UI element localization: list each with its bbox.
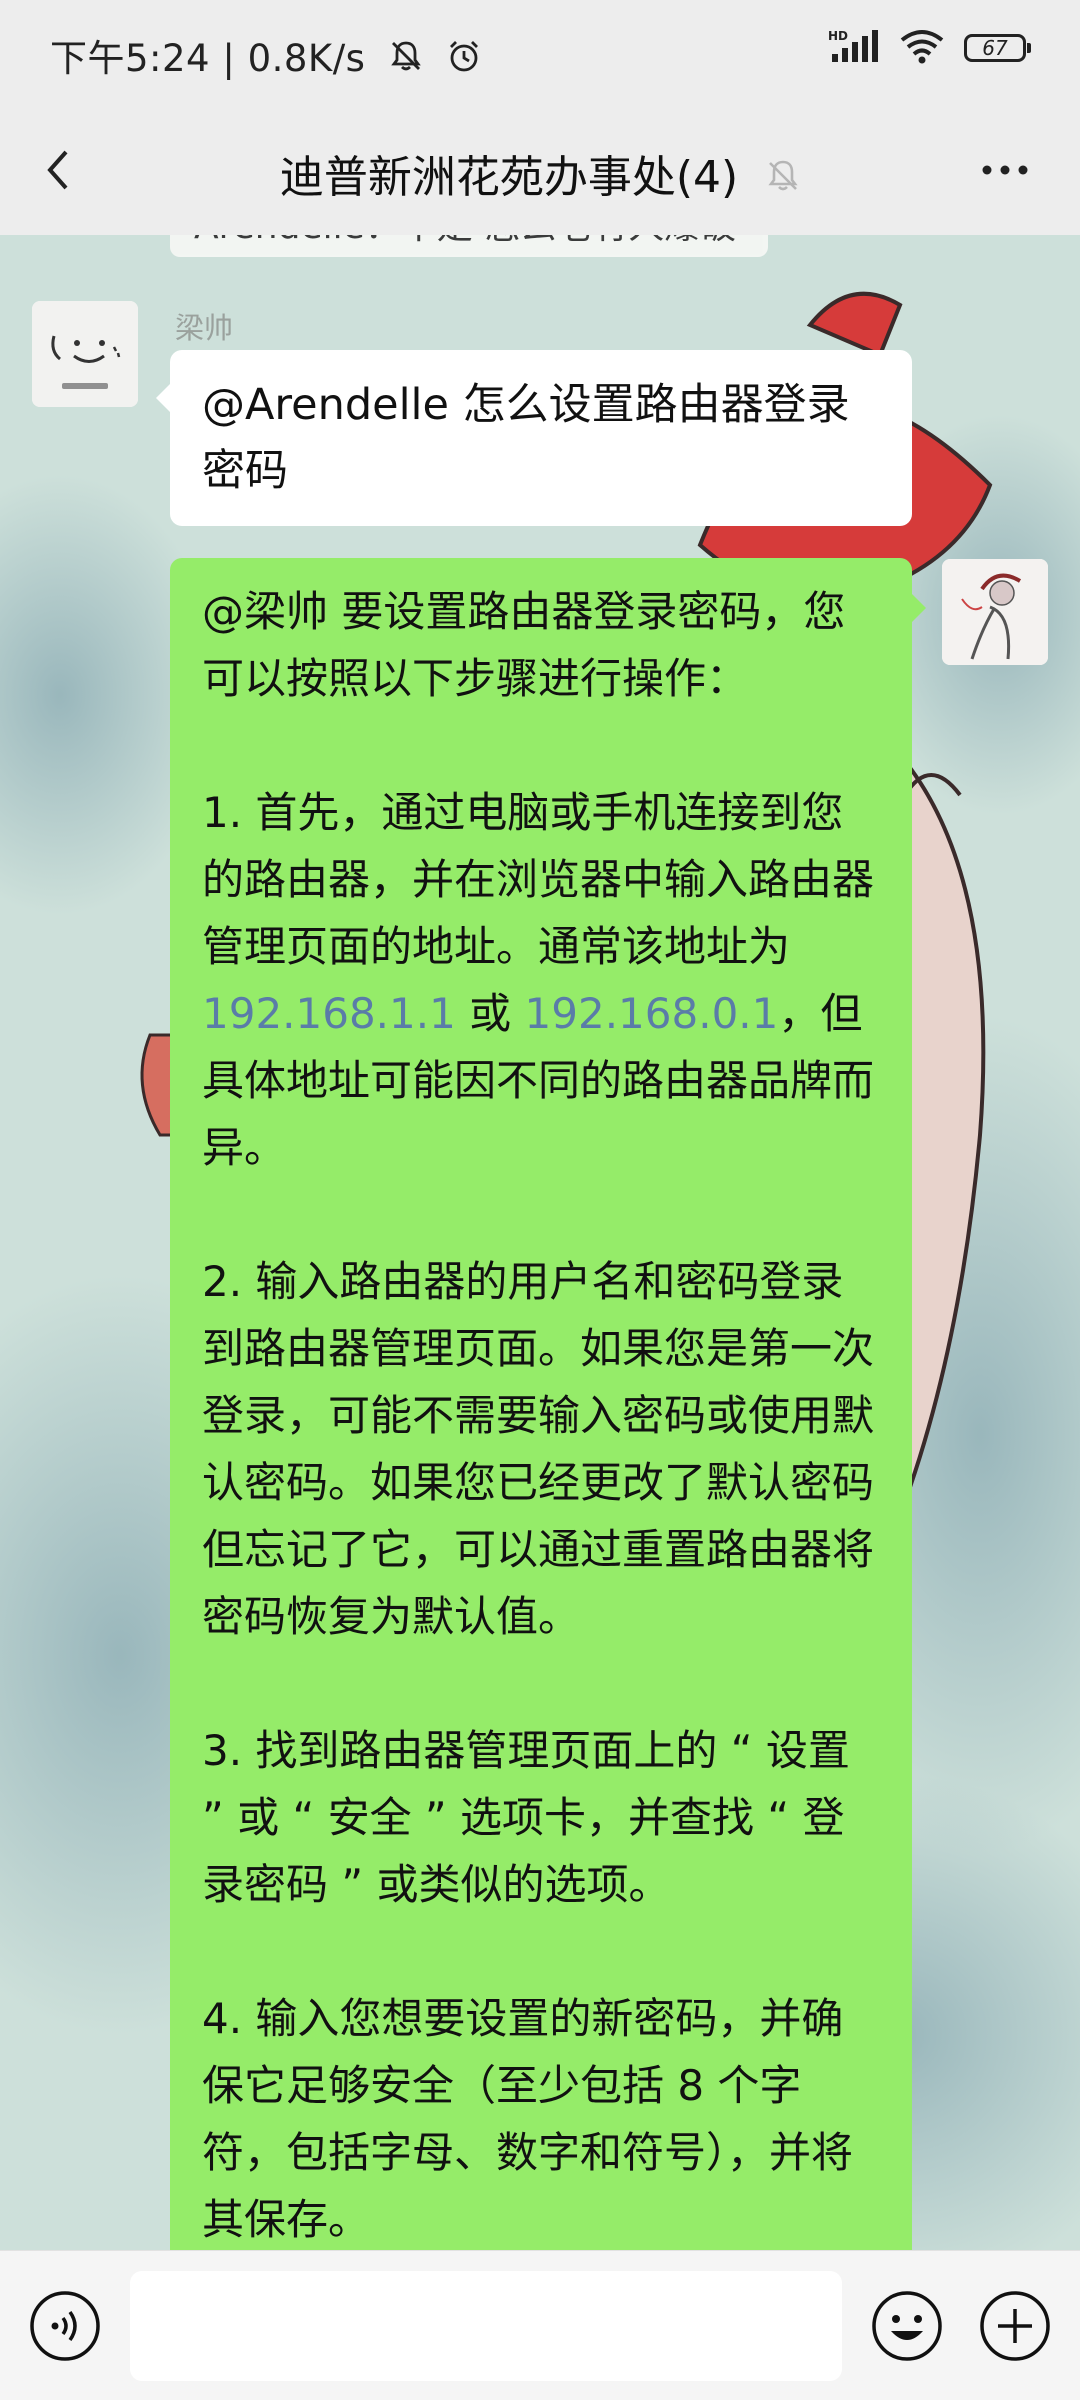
input-bar (0, 2250, 1080, 2400)
voice-button[interactable] (28, 2289, 102, 2363)
svg-text:HD: HD (828, 29, 848, 43)
chat-title-container[interactable]: 迪普新洲花苑办事处(4) (0, 141, 1080, 206)
reply-step-3: 3. 找到路由器管理页面上的 “ 设置 ” 或 “ 安全 ” 选项卡，并查找 “… (202, 1726, 850, 1909)
battery-icon: 67 (964, 34, 1031, 62)
incoming-message-bubble[interactable]: @Arendelle 怎么设置路由器登录密码 (156, 350, 912, 526)
sender-name: 梁帅 (175, 311, 234, 345)
wifi-icon (899, 28, 945, 68)
clock: 下午5:24 (50, 37, 211, 80)
alarm-icon (446, 38, 482, 83)
emoji-button[interactable] (870, 2289, 944, 2363)
mute-notification-icon (388, 38, 424, 83)
title-bar: 迪普新洲花苑办事处(4) (0, 105, 1080, 235)
reply-step-1: 1. 首先，通过电脑或手机连接到您的路由器，并在浏览器中输入路由器管理页面的地址… (202, 788, 875, 1172)
network-speed: 0.8K/s (247, 37, 366, 80)
status-bar: 下午5:24 | 0.8K/s HD 67 (0, 0, 1080, 105)
message-input[interactable] (130, 2271, 842, 2381)
my-avatar[interactable] (942, 559, 1048, 665)
previous-message-bubble[interactable]: Arendelle：不是 怎么老有人爆破 (170, 235, 768, 257)
more-button[interactable] (970, 145, 1040, 195)
router-address-link-1[interactable]: 192.168.1.1 (202, 989, 456, 1038)
plus-icon (980, 2291, 1050, 2361)
status-left: 下午5:24 | 0.8K/s (50, 28, 482, 83)
emoji-icon (872, 2291, 942, 2361)
outgoing-message-bubble[interactable]: @梁帅 要设置路由器登录密码，您可以按照以下步骤进行操作： 1. 首先，通过电脑… (170, 558, 926, 2250)
voice-icon (30, 2291, 100, 2361)
incoming-message-text: @Arendelle 怎么设置路由器登录密码 (202, 380, 850, 496)
mute-bell-icon (766, 155, 800, 206)
my-avatar-image (942, 559, 1048, 665)
hd-signal-icon: HD (828, 28, 880, 68)
chat-area[interactable]: Arendelle：不是 怎么老有人爆破 梁帅 @Arendelle 怎么设置路… (0, 235, 1080, 2250)
reply-intro: @梁帅 要设置路由器登录密码，您可以按照以下步骤进行操作： (202, 587, 846, 703)
plus-button[interactable] (978, 2289, 1052, 2363)
sender-avatar[interactable] (32, 301, 138, 407)
sender-avatar-image (32, 301, 138, 407)
reply-step-4: 4. 输入您想要设置的新密码，并确保它足够安全（至少包括 8 个字符，包括字母、… (202, 1994, 854, 2244)
previous-message-text: Arendelle：不是 怎么老有人爆破 (194, 235, 754, 249)
status-right: HD 67 (814, 28, 1031, 76)
more-icon (982, 165, 1028, 175)
chat-title: 迪普新洲花苑办事处(4) (279, 152, 739, 203)
reply-step-2: 2. 输入路由器的用户名和密码登录到路由器管理页面。如果您是第一次登录，可能不需… (202, 1257, 875, 1641)
router-address-link-2[interactable]: 192.168.0.1 (525, 989, 779, 1038)
